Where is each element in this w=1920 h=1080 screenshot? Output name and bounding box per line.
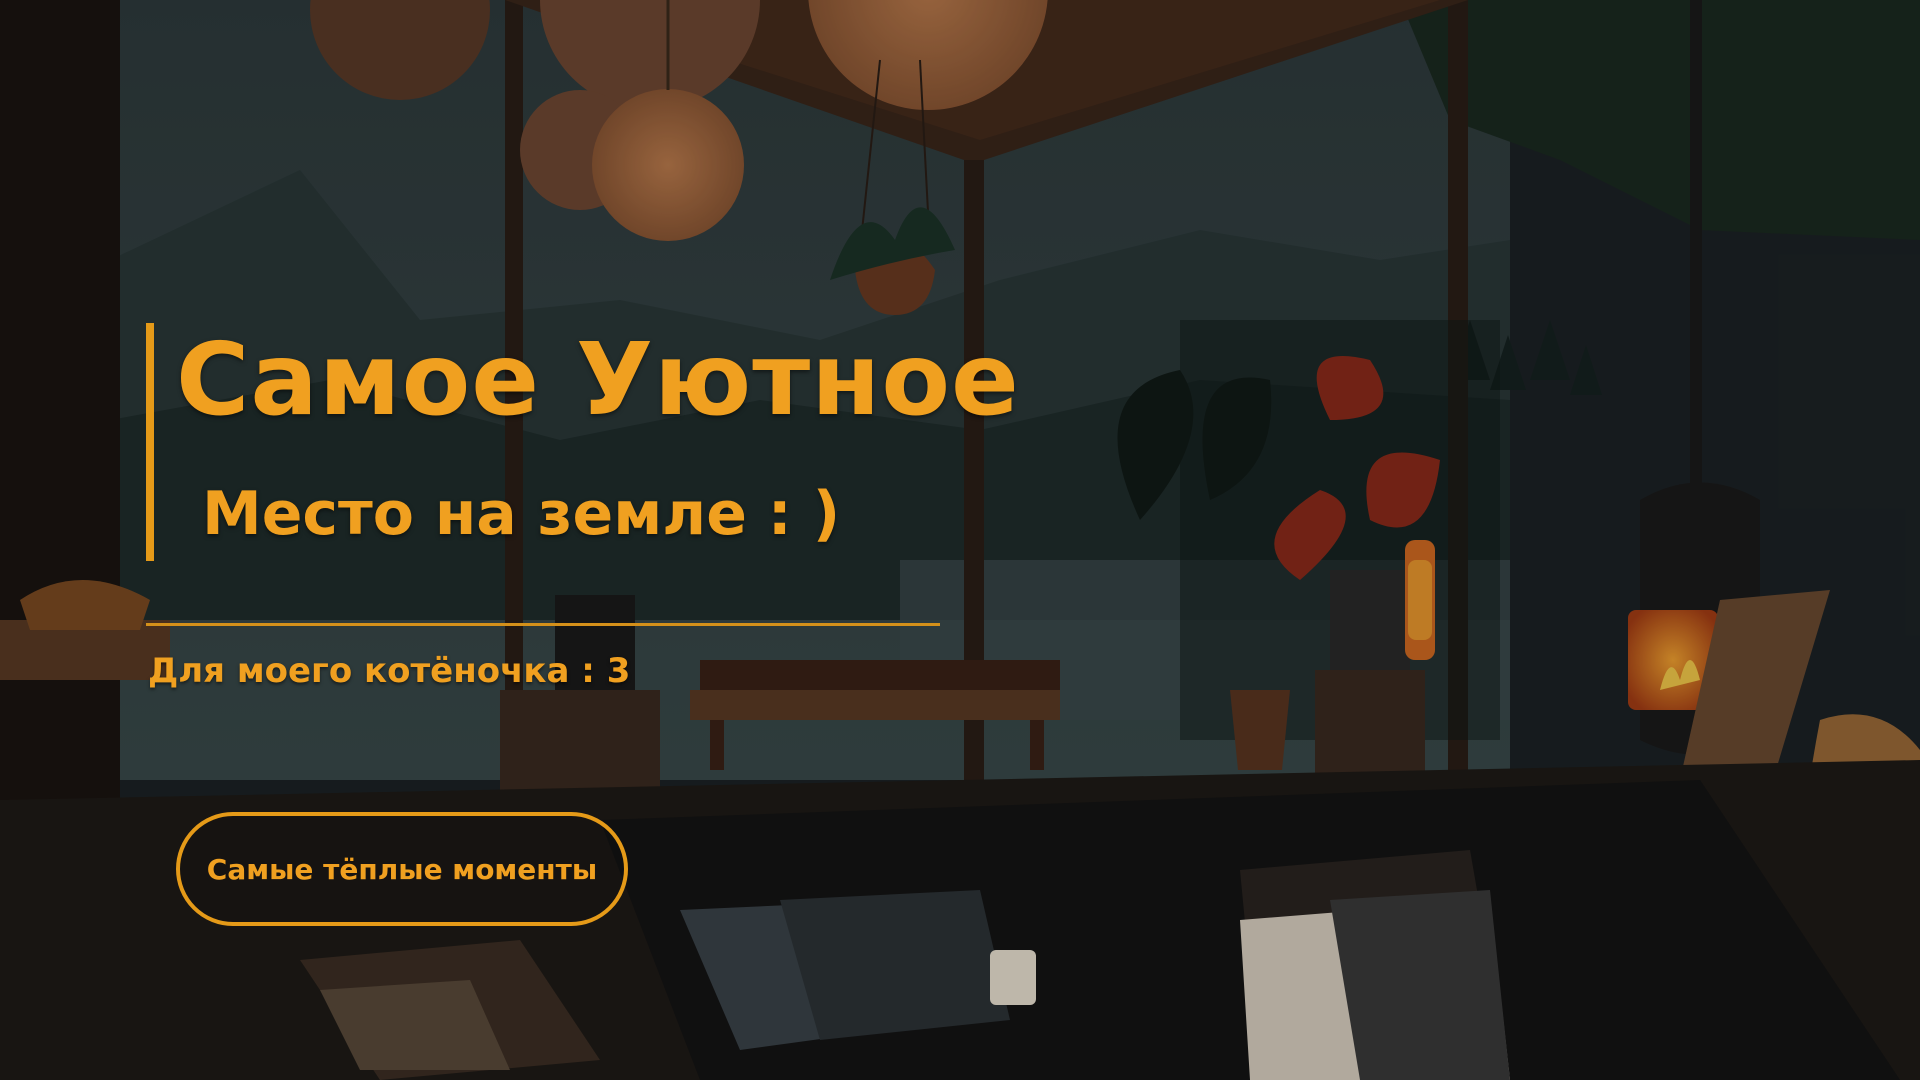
title-accent-bar <box>146 323 154 561</box>
page-subtitle: Место на земле : ) <box>202 479 841 549</box>
dedication-text: Для моего котёночка : 3 <box>148 651 631 691</box>
section-divider <box>146 623 940 626</box>
warm-moments-button[interactable]: Самые тёплые моменты <box>176 812 628 926</box>
hero-section: Самое Уютное Место на земле : ) Для моег… <box>0 0 1920 1080</box>
page-title: Самое Уютное <box>176 321 1020 438</box>
